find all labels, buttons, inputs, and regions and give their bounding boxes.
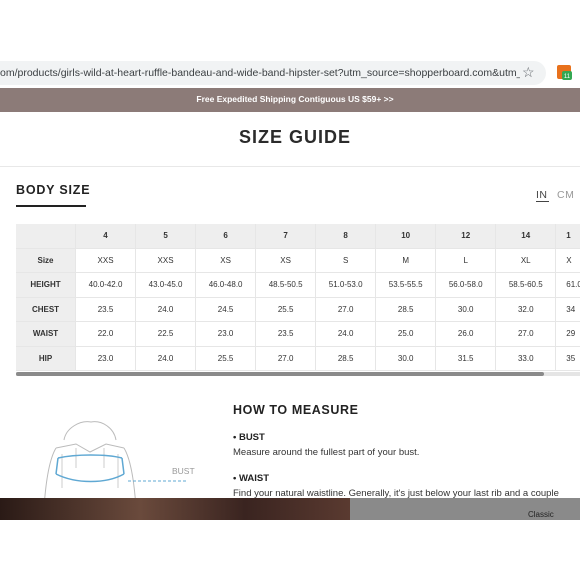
table-cell: 34 <box>555 297 580 322</box>
table-row: CHEST 23.5 24.0 24.5 25.5 27.0 28.5 30.0… <box>16 297 580 322</box>
unit-active-underline <box>536 201 549 202</box>
table-header-row: 4 5 6 7 8 10 12 14 1 <box>16 224 580 249</box>
table-cell: 30.0 <box>435 297 497 322</box>
table-cell: 27.0 <box>315 297 377 322</box>
column-header: 7 <box>255 224 317 249</box>
top-blank-area <box>0 0 580 60</box>
table-cell: XXS <box>135 248 197 273</box>
table-row: Size XXS XXS XS XS S M L XL X <box>16 248 580 273</box>
row-label: CHEST <box>16 297 77 322</box>
column-header: 6 <box>195 224 257 249</box>
bust-description: Measure around the fullest part of your … <box>233 447 420 458</box>
bottom-blank-area <box>0 520 580 580</box>
table-cell: 24.0 <box>315 321 377 347</box>
table-cell: 23.5 <box>75 297 137 322</box>
background-product-photo <box>0 498 350 520</box>
table-scrollbar-thumb[interactable] <box>16 372 544 376</box>
size-table: 4 5 6 7 8 10 12 14 1 Size XXS XXS XS XS … <box>16 224 580 371</box>
table-cell: XXS <box>75 248 137 273</box>
unit-toggle-cm[interactable]: CM <box>557 189 574 201</box>
column-header: 12 <box>435 224 497 249</box>
section-title: BODY SIZE <box>16 183 91 197</box>
table-cell: 28.5 <box>315 346 377 371</box>
background-classic-label: Classic <box>528 510 554 519</box>
table-cell: 27.0 <box>495 321 557 347</box>
section-underline <box>16 205 86 207</box>
table-cell: 24.0 <box>135 297 197 322</box>
table-cell: 28.5 <box>375 297 437 322</box>
table-cell: 25.5 <box>255 297 317 322</box>
row-label: Size <box>16 248 77 273</box>
table-cell: XS <box>255 248 317 273</box>
table-cell: 51.0-53.0 <box>315 272 377 298</box>
table-cell: 26.0 <box>435 321 497 347</box>
table-cell: 23.5 <box>255 321 317 347</box>
table-cell: 23.0 <box>75 346 137 371</box>
measurement-figure: BUST <box>36 418 216 509</box>
table-cell: M <box>375 248 437 273</box>
table-cell: 48.5-50.5 <box>255 272 317 298</box>
table-cell: 29 <box>555 321 580 347</box>
waist-heading: • WAIST <box>233 473 270 484</box>
table-cell: 25.5 <box>195 346 257 371</box>
extension-badge: 11 <box>564 74 571 80</box>
table-cell: 56.0-58.0 <box>435 272 497 298</box>
table-cell: 31.5 <box>435 346 497 371</box>
table-row: HEIGHT 40.0-42.0 43.0-45.0 46.0-48.0 48.… <box>16 272 580 298</box>
column-header: 1 <box>555 224 580 249</box>
table-cell: L <box>435 248 497 273</box>
column-header: 10 <box>375 224 437 249</box>
promo-banner-text[interactable]: Free Expedited Shipping Contiguous US $5… <box>0 94 580 104</box>
row-label: HEIGHT <box>16 272 77 298</box>
table-cell: 43.0-45.0 <box>135 272 197 298</box>
column-header: 14 <box>495 224 557 249</box>
size-table-container[interactable]: 4 5 6 7 8 10 12 14 1 Size XXS XXS XS XS … <box>16 224 580 372</box>
table-cell: XS <box>195 248 257 273</box>
column-header: 8 <box>315 224 377 249</box>
row-label: HIP <box>16 346 77 371</box>
table-cell: 27.0 <box>255 346 317 371</box>
extension-icon[interactable]: 11 <box>556 64 572 80</box>
bookmark-star-icon[interactable]: ☆ <box>522 64 535 81</box>
table-cell: 35 <box>555 346 580 371</box>
table-cell: 24.0 <box>135 346 197 371</box>
row-label: WAIST <box>16 321 77 347</box>
table-cell: 25.0 <box>375 321 437 347</box>
table-cell: X <box>555 248 580 273</box>
modal-title: SIZE GUIDE <box>238 127 351 147</box>
column-header: 5 <box>135 224 197 249</box>
table-cell: 61.0 <box>555 272 580 298</box>
table-cell: 53.5-55.5 <box>375 272 437 298</box>
table-cell: S <box>315 248 377 273</box>
table-corner-cell <box>16 224 77 249</box>
table-cell: 23.0 <box>195 321 257 347</box>
column-header: 4 <box>75 224 137 249</box>
how-to-measure-title: HOW TO MEASURE <box>233 403 359 417</box>
table-cell: XL <box>495 248 557 273</box>
figure-label-bust: BUST <box>172 466 195 476</box>
table-cell: 58.5-60.5 <box>495 272 557 298</box>
table-cell: 22.5 <box>135 321 197 347</box>
table-cell: 22.0 <box>75 321 137 347</box>
table-cell: 24.5 <box>195 297 257 322</box>
table-cell: 30.0 <box>375 346 437 371</box>
address-url[interactable]: om/products/girls-wild-at-heart-ruffle-b… <box>0 67 520 79</box>
modal-divider <box>0 166 580 167</box>
table-row: HIP 23.0 24.0 25.5 27.0 28.5 30.0 31.5 3… <box>16 346 580 371</box>
bust-heading: • BUST <box>233 432 265 443</box>
unit-toggle-in[interactable]: IN <box>536 189 548 201</box>
table-cell: 40.0-42.0 <box>75 272 137 298</box>
table-cell: 46.0-48.0 <box>195 272 257 298</box>
table-cell: 33.0 <box>495 346 557 371</box>
table-cell: 32.0 <box>495 297 557 322</box>
table-row: WAIST 22.0 22.5 23.0 23.5 24.0 25.0 26.0… <box>16 321 580 347</box>
